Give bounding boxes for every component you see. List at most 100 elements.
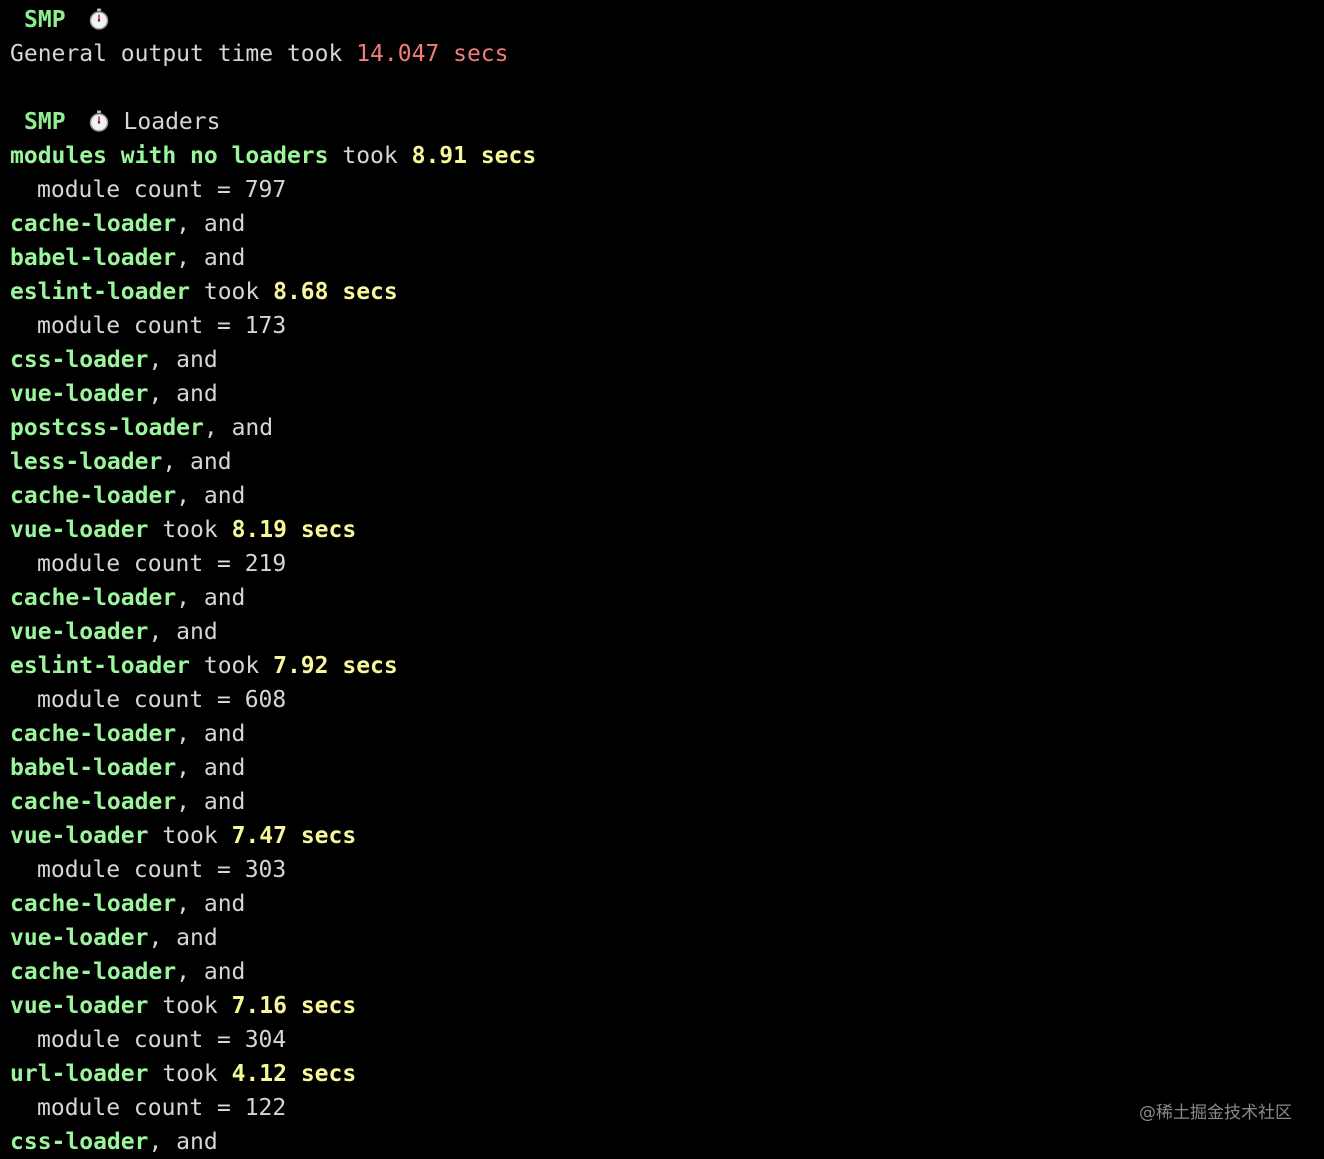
general-output-time: 14.047 secs [356, 41, 509, 67]
loader-name: eslint-loader [10, 279, 191, 305]
loader-chain-line: css-loader, and [10, 343, 1314, 377]
and-suffix: , and [148, 347, 218, 373]
loader-chain-line: vue-loader, and [10, 377, 1314, 411]
loader-time: 8.68 secs [273, 279, 398, 305]
module-count: module count = 608 [37, 687, 287, 713]
loader-name: postcss-loader [10, 415, 204, 441]
and-suffix: , and [176, 891, 246, 917]
took-label: took [148, 823, 232, 849]
loader-timing-line: vue-loader took 7.16 secs [10, 989, 1314, 1023]
general-output-label: General output time took [10, 41, 357, 67]
loader-name: modules with no loaders [10, 143, 329, 169]
stopwatch-icon [89, 110, 108, 132]
loader-chain-line: cache-loader, and [10, 479, 1314, 513]
loader-timing-line: modules with no loaders took 8.91 secs [10, 139, 1314, 173]
and-suffix: , and [176, 959, 246, 985]
loader-chain-line: cache-loader, and [10, 581, 1314, 615]
loader-name: babel-loader [10, 755, 177, 781]
and-suffix: , and [176, 245, 246, 271]
took-label: took [190, 653, 274, 679]
loader-name: less-loader [10, 449, 163, 475]
module-count: module count = 303 [37, 857, 287, 883]
module-count-line: module count = 797 [10, 173, 1314, 207]
loader-chain-line: vue-loader, and [10, 615, 1314, 649]
loader-name: cache-loader [10, 789, 177, 815]
loader-name: url-loader [10, 1061, 149, 1087]
loader-list: modules with no loaders took 8.91 secs mo… [10, 139, 1314, 1159]
module-count: module count = 122 [37, 1095, 287, 1121]
and-suffix: , and [148, 619, 218, 645]
loader-chain-line: cache-loader, and [10, 955, 1314, 989]
smp-tag: SMP [10, 105, 72, 139]
loader-name: cache-loader [10, 721, 177, 747]
loader-chain-line: babel-loader, and [10, 751, 1314, 785]
loader-chain-line: vue-loader, and [10, 921, 1314, 955]
loader-chain-line: postcss-loader, and [10, 411, 1314, 445]
and-suffix: , and [176, 483, 246, 509]
took-label: took [148, 517, 232, 543]
loader-name: cache-loader [10, 211, 177, 237]
loader-name: vue-loader [10, 517, 149, 543]
loader-chain-line: cache-loader, and [10, 207, 1314, 241]
and-suffix: , and [148, 381, 218, 407]
and-suffix: , and [176, 721, 246, 747]
smp-tag: SMP [10, 3, 72, 37]
and-suffix: , and [176, 755, 246, 781]
loader-name: css-loader [10, 1129, 149, 1155]
loader-name: cache-loader [10, 585, 177, 611]
loader-chain-line: cache-loader, and [10, 785, 1314, 819]
and-suffix: , and [162, 449, 232, 475]
loader-name: babel-loader [10, 245, 177, 271]
smp-header-general: SMP [10, 3, 1314, 37]
took-label: took [148, 993, 232, 1019]
and-suffix: , and [176, 211, 246, 237]
loader-chain-line: cache-loader, and [10, 887, 1314, 921]
loader-chain-line: cache-loader, and [10, 717, 1314, 751]
loader-name: vue-loader [10, 381, 149, 407]
loaders-section-title: Loaders [123, 109, 221, 135]
module-count: module count = 304 [37, 1027, 287, 1053]
loader-name: eslint-loader [10, 653, 191, 679]
loader-name: cache-loader [10, 959, 177, 985]
loader-name: vue-loader [10, 925, 149, 951]
and-suffix: , and [148, 925, 218, 951]
module-count: module count = 173 [37, 313, 287, 339]
took-label: took [148, 1061, 232, 1087]
and-suffix: , and [176, 789, 246, 815]
module-count-line: module count = 304 [10, 1023, 1314, 1057]
and-suffix: , and [176, 585, 246, 611]
and-suffix: , and [148, 1129, 218, 1155]
stopwatch-icon [89, 8, 108, 30]
and-suffix: , and [203, 415, 274, 441]
module-count-line: module count = 608 [10, 683, 1314, 717]
loader-timing-line: url-loader took 4.12 secs [10, 1057, 1314, 1091]
loader-chain-line: css-loader, and [10, 1125, 1314, 1159]
loader-chain-line: babel-loader, and [10, 241, 1314, 275]
took-label: took [190, 279, 274, 305]
loader-name: cache-loader [10, 891, 177, 917]
loader-name: vue-loader [10, 993, 149, 1019]
module-count: module count = 797 [37, 177, 287, 203]
general-output-line: General output time took 14.047 secs [10, 37, 1314, 71]
loader-chain-line: less-loader, and [10, 445, 1314, 479]
loader-timing-line: vue-loader took 7.47 secs [10, 819, 1314, 853]
terminal-output: SMP General output time took 14.047 secs… [10, 3, 1314, 1159]
loader-name: cache-loader [10, 483, 177, 509]
loader-time: 8.91 secs [411, 143, 537, 169]
loader-time: 7.16 secs [231, 993, 357, 1019]
watermark: @稀土掘金技术社区 [1139, 1103, 1292, 1123]
loader-timing-line: eslint-loader took 8.68 secs [10, 275, 1314, 309]
loader-time: 8.19 secs [231, 517, 357, 543]
module-count: module count = 219 [37, 551, 287, 577]
took-label: took [328, 143, 412, 169]
module-count-line: module count = 303 [10, 853, 1314, 887]
module-count-line: module count = 173 [10, 309, 1314, 343]
module-count-line: module count = 122 [10, 1091, 1314, 1125]
loader-time: 7.92 secs [273, 653, 398, 679]
smp-header-loaders: SMP Loaders [10, 105, 1314, 139]
loader-time: 7.47 secs [231, 823, 357, 849]
module-count-line: module count = 219 [10, 547, 1314, 581]
loader-timing-line: vue-loader took 8.19 secs [10, 513, 1314, 547]
loader-timing-line: eslint-loader took 7.92 secs [10, 649, 1314, 683]
